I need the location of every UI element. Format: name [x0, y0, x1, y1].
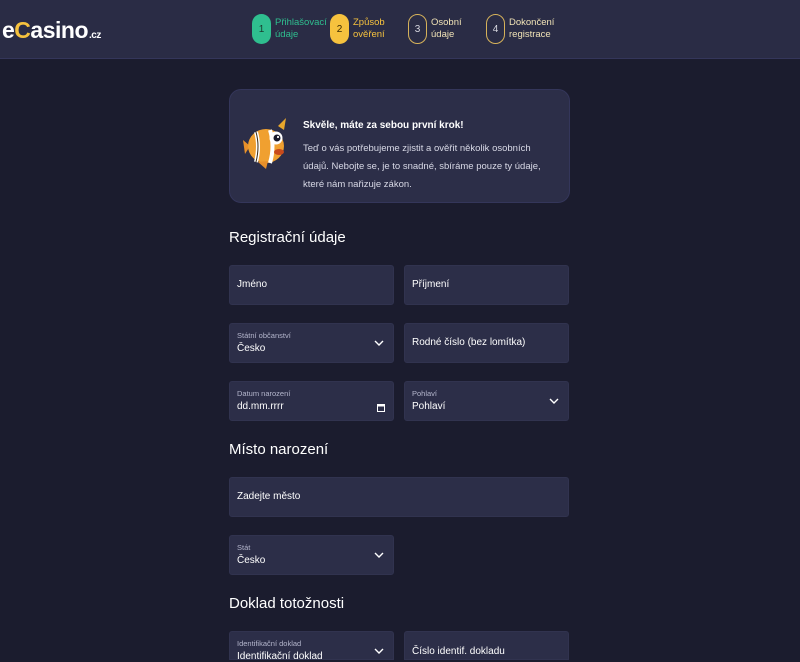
first-name-field[interactable]: Jméno	[229, 265, 394, 305]
id-type-label: Identifikační doklad	[237, 639, 302, 648]
section-registration-title: Registrační údaje	[229, 229, 346, 246]
country-select[interactable]: Stát Česko	[229, 535, 394, 575]
step-3-number: 3	[408, 14, 427, 44]
id-type-value: Identifikační doklad	[237, 651, 323, 662]
ecasino-logo[interactable]: eCasino.cz	[2, 17, 101, 49]
id-type-select[interactable]: Identifikační doklad Identifikační dokla…	[229, 631, 394, 662]
birth-date-value: dd.mm.rrrr	[237, 401, 284, 412]
chevron-down-icon	[374, 648, 384, 654]
logo-e: e	[2, 17, 15, 43]
citizenship-select[interactable]: Státní občanství Česko	[229, 323, 394, 363]
chevron-down-icon	[374, 552, 384, 558]
step-1-number: 1	[252, 14, 271, 44]
gender-value: Pohlaví	[412, 401, 446, 412]
citizenship-value: Česko	[237, 343, 266, 354]
step-1-label: Přihlašovací údaje	[275, 17, 327, 41]
last-name-field[interactable]: Příjmení	[404, 265, 569, 305]
chevron-down-icon	[374, 340, 384, 346]
step-4-line2: registrace	[509, 29, 551, 40]
logo-rest: asino	[30, 17, 88, 43]
card-title: Skvěle, máte za sebou první krok!	[303, 120, 464, 131]
city-placeholder: Zadejte město	[237, 491, 301, 502]
country-value: Česko	[237, 555, 266, 566]
section-id-document-title: Doklad totožnosti	[229, 595, 345, 612]
birth-number-placeholder: Rodné číslo (bez lomítka)	[412, 337, 526, 348]
step-2-line1: Způsob	[353, 17, 385, 28]
section-birthplace-title: Místo narození	[229, 441, 329, 458]
birth-date-label: Datum narození	[237, 389, 291, 398]
birth-number-field[interactable]: Rodné číslo (bez lomítka)	[404, 323, 569, 363]
step-3: 3 Osobní údaje	[408, 13, 462, 45]
step-2-label: Způsob ověření	[353, 17, 385, 41]
calendar-icon[interactable]	[377, 403, 385, 412]
logo-tld: .cz	[89, 30, 101, 41]
chevron-down-icon	[549, 398, 559, 404]
top-bar: eCasino.cz 1 Přihlašovací údaje 2 Způsob…	[0, 0, 800, 59]
first-name-placeholder: Jméno	[237, 279, 268, 290]
step-4-label: Dokončení registrace	[509, 17, 554, 41]
step-1-line1: Přihlašovací	[275, 17, 327, 28]
city-field[interactable]: Zadejte město	[229, 477, 569, 517]
step-2: 2 Způsob ověření	[330, 13, 385, 45]
step-1-line2: údaje	[275, 29, 299, 40]
card-text: Teď o vás potřebujeme zjistit a ověřit n…	[303, 143, 541, 190]
step-4: 4 Dokončení registrace	[486, 13, 554, 45]
fish-mascot-icon	[243, 118, 286, 169]
step-3-line1: Osobní	[431, 17, 462, 28]
step-4-number: 4	[486, 14, 505, 44]
logo-c: C	[14, 17, 31, 43]
gender-label: Pohlaví	[412, 389, 438, 398]
id-number-field[interactable]: Číslo identif. dokladu	[404, 631, 569, 660]
welcome-card: Skvěle, máte za sebou první krok! Teď o …	[229, 89, 570, 203]
step-2-line2: ověření	[353, 29, 385, 40]
step-3-label: Osobní údaje	[431, 17, 462, 41]
country-label: Stát	[237, 543, 251, 552]
step-4-line1: Dokončení	[509, 17, 555, 28]
id-number-placeholder: Číslo identif. dokladu	[412, 646, 505, 657]
last-name-placeholder: Příjmení	[412, 279, 450, 290]
step-2-number: 2	[330, 14, 349, 44]
gender-select[interactable]: Pohlaví Pohlaví	[404, 381, 569, 421]
step-3-line2: údaje	[431, 29, 455, 40]
step-1: 1 Přihlašovací údaje	[252, 13, 327, 45]
citizenship-label: Státní občanství	[237, 331, 291, 340]
birth-date-field[interactable]: Datum narození dd.mm.rrrr	[229, 381, 394, 421]
